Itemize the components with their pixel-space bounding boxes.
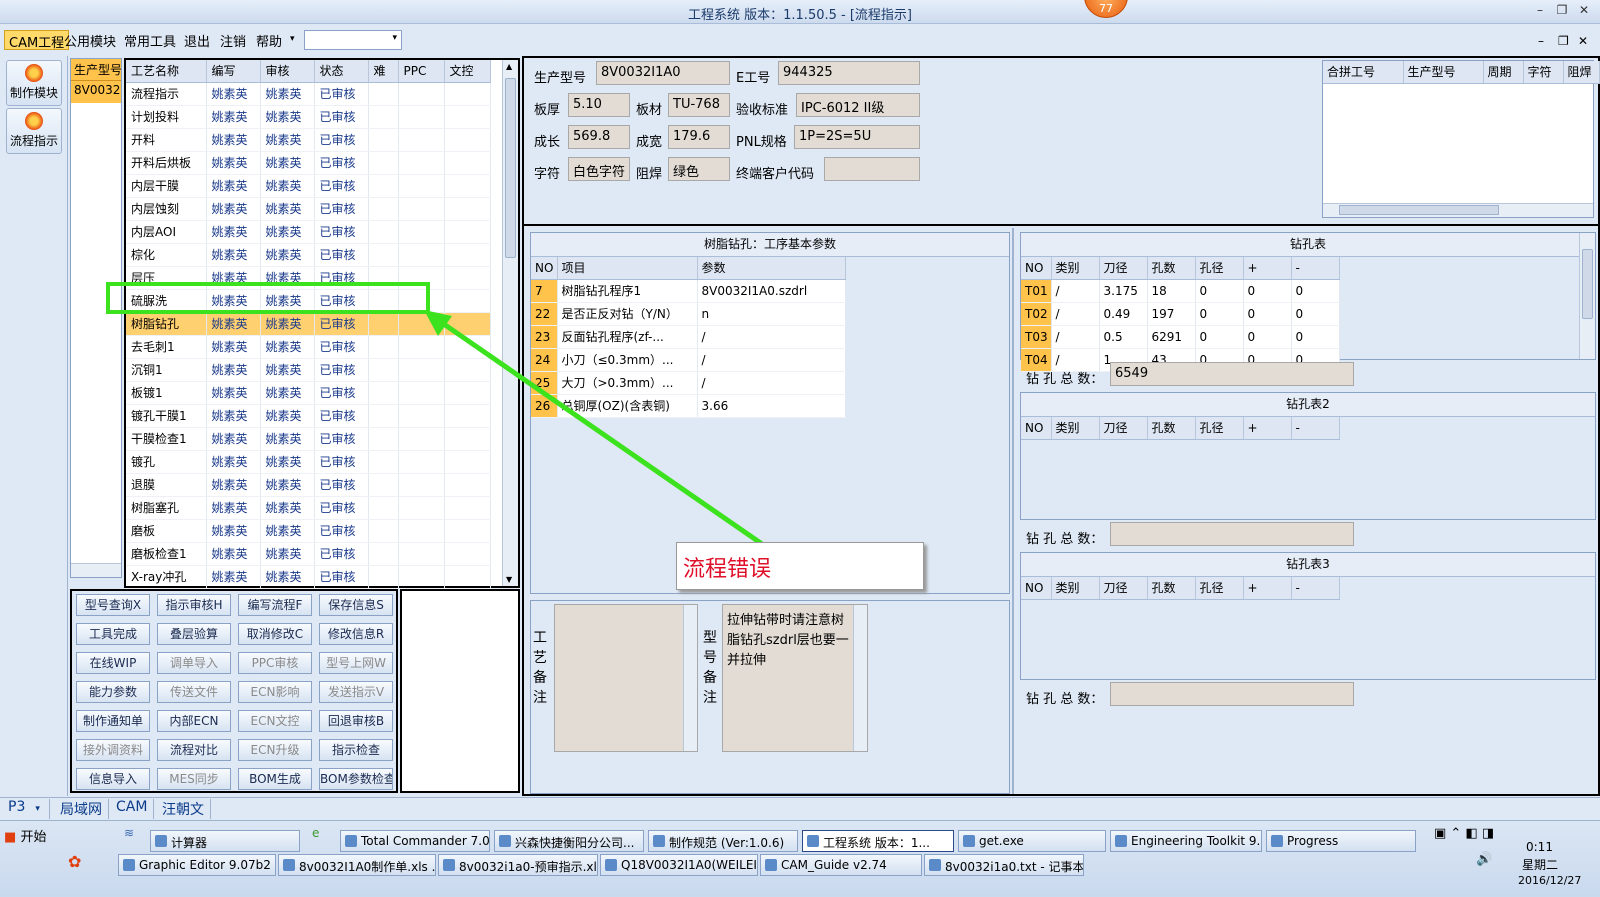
tray-volume-icon[interactable]: 🔊 (1476, 852, 1492, 867)
taskbar-item[interactable]: CAM_Guide v2.74 (760, 854, 922, 876)
status-cam[interactable]: CAM (110, 799, 155, 819)
status-lan[interactable]: 局域网 (54, 799, 109, 819)
taskbar-item[interactable]: 计算器 (150, 830, 300, 852)
taskbar-item[interactable]: Graphic Editor 9.07b2 (0... (118, 854, 276, 876)
status-bar (0, 797, 1600, 819)
quicklaunch-icon-2[interactable]: ≋ (124, 826, 134, 840)
status-user[interactable]: 汪朝文 (156, 799, 211, 819)
windows-icon: ■ (4, 830, 17, 845)
ie-icon[interactable]: e (312, 826, 319, 840)
taskbar-item[interactable]: Total Commander 7.0 p... (340, 830, 490, 852)
taskbar-item[interactable]: 8v0032I1A0制作单.xls ... (278, 854, 436, 876)
error-arrow (424, 310, 764, 547)
taskbar-item[interactable]: Engineering Toolkit 9.0... (1110, 830, 1262, 852)
tray-date[interactable]: 2016/12/27 (1518, 874, 1581, 887)
status-p3[interactable]: P3 ▾ (2, 799, 50, 819)
taskbar-item[interactable]: Q18V0032I1A0(WEILEI)... (600, 854, 758, 876)
taskbar-item[interactable]: get.exe (958, 830, 1106, 852)
error-callout-text: 流程错误 (683, 557, 772, 582)
tray-time[interactable]: 0:11 (1526, 840, 1553, 854)
taskbar-item[interactable]: 兴森快捷衡阳分公司... (494, 830, 644, 852)
tray-icons[interactable]: ▣ ⌃ ◧ ◨ (1434, 826, 1494, 841)
taskbar-item[interactable]: Progress (1266, 830, 1416, 852)
error-callout: 流程错误 (676, 542, 924, 590)
taskbar-item[interactable]: 制作规范 (Ver:1.0.6) (648, 830, 798, 852)
quicklaunch-icon[interactable]: ✿ (68, 852, 81, 871)
taskbar-item[interactable]: 工程系统 版本：1... (802, 830, 954, 852)
taskbar-item[interactable]: 8v0032i1a0.txt - 记事本 (924, 854, 1084, 876)
taskbar-item[interactable]: 8v0032i1a0-预审指示.xl... (438, 854, 598, 876)
start-button[interactable]: ■ 开始 (4, 826, 46, 845)
tray-weekday[interactable]: 星期二 (1522, 856, 1558, 873)
